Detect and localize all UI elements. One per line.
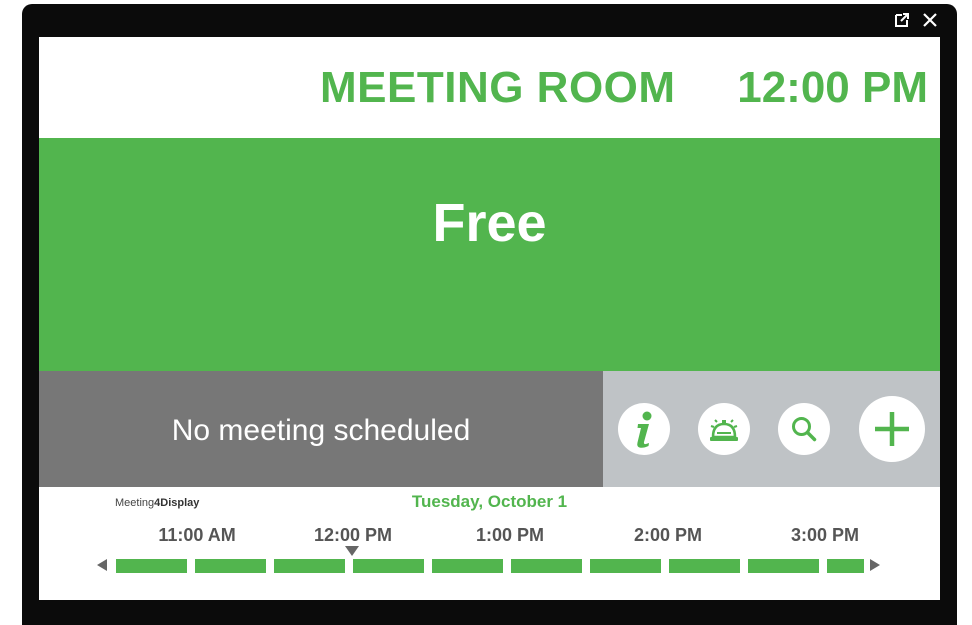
search-icon <box>792 417 817 442</box>
timeline-slots <box>116 559 864 573</box>
room-status: Free <box>432 193 547 253</box>
timeline-slot[interactable] <box>669 559 740 573</box>
timeline-prev-arrow[interactable] <box>97 559 107 571</box>
timeline-time-label: 1:00 PM <box>475 525 545 545</box>
bell-icon <box>710 419 738 441</box>
timeline-slot[interactable] <box>748 559 819 573</box>
timeline-date: Tuesday, October 1 <box>411 492 568 511</box>
timeline-slot[interactable] <box>511 559 582 573</box>
info-icon <box>637 411 652 448</box>
meeting-panel: No meeting scheduled <box>39 371 603 487</box>
timeline-time-label: 3:00 PM <box>790 525 860 545</box>
timeline-slot[interactable] <box>827 559 864 573</box>
timeline-time-label: 2:00 PM <box>633 525 703 545</box>
timeline-slot[interactable] <box>590 559 661 573</box>
timeline-slot[interactable] <box>274 559 345 573</box>
timeline: Meeting4Display Tuesday, October 1 11:00… <box>39 487 940 600</box>
timeline-next-arrow[interactable] <box>870 559 880 571</box>
room-display-screen: MEETING ROOM 12:00 PM Free No meeting sc… <box>39 37 940 600</box>
add-meeting-button[interactable] <box>859 396 925 462</box>
timeline-slot[interactable] <box>353 559 424 573</box>
info-button[interactable] <box>618 403 670 455</box>
timeline-slot[interactable] <box>116 559 187 573</box>
header: MEETING ROOM 12:00 PM <box>39 37 940 138</box>
current-time: 12:00 PM <box>737 63 928 112</box>
close-icon[interactable] <box>921 11 939 29</box>
timeline-slot[interactable] <box>195 559 266 573</box>
plus-icon <box>875 412 909 446</box>
timeline-slot[interactable] <box>432 559 503 573</box>
display-frame: MEETING ROOM 12:00 PM Free No meeting sc… <box>22 4 957 625</box>
external-link-icon[interactable] <box>893 11 911 29</box>
status-panel: Free <box>39 138 940 371</box>
actions-panel <box>603 371 940 487</box>
timeline-time-label: 11:00 AM <box>158 525 236 545</box>
check-in-button[interactable] <box>698 403 750 455</box>
room-name: MEETING ROOM <box>320 63 676 112</box>
timeline-time-label: 12:00 PM <box>313 525 393 545</box>
window-controls <box>893 11 939 29</box>
search-button[interactable] <box>778 403 830 455</box>
meeting-info: No meeting scheduled <box>171 414 471 447</box>
current-time-marker <box>345 546 359 556</box>
